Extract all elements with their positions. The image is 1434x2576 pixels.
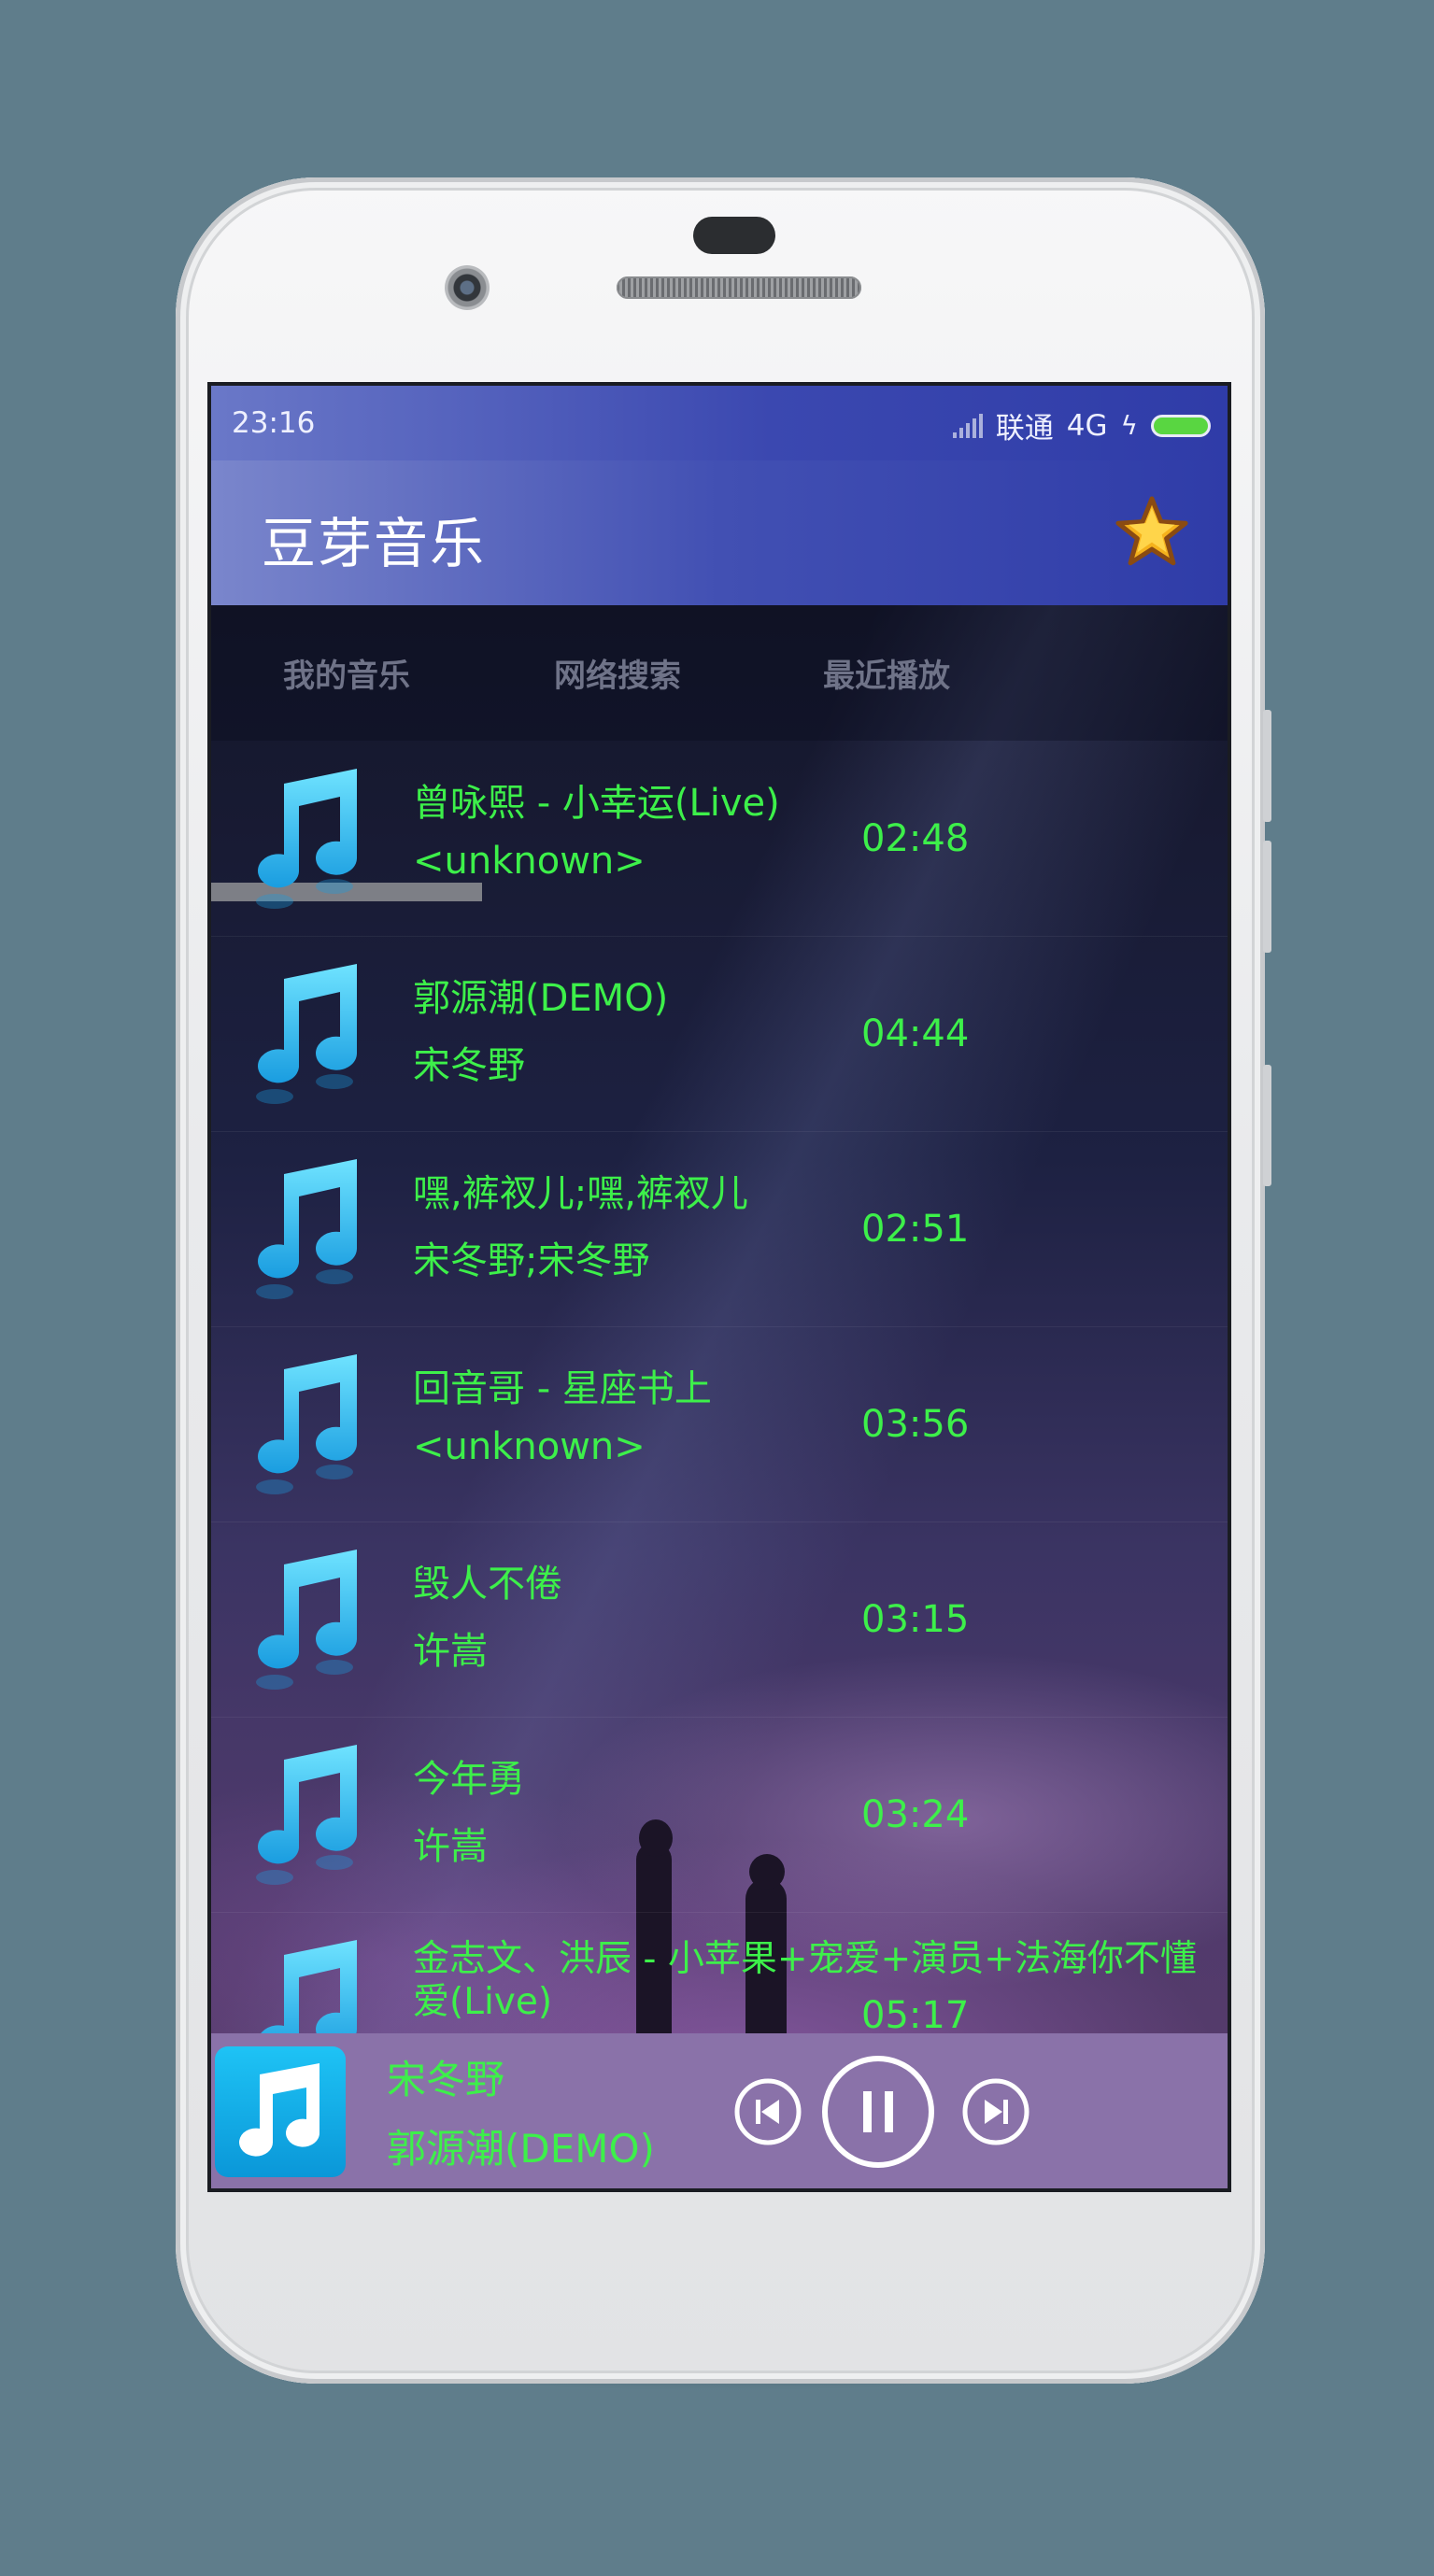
- music-note-icon: [256, 1550, 357, 1690]
- previous-icon[interactable]: [732, 2076, 803, 2147]
- power-button: [1263, 1065, 1271, 1186]
- song-duration: 02:51: [861, 1208, 970, 1251]
- song-artist: 许嵩: [413, 1825, 488, 1868]
- signal-icon: [952, 413, 983, 438]
- song-duration: 03:15: [861, 1598, 970, 1641]
- song-title: 嘿,裤衩儿;嘿,裤衩儿: [413, 1172, 748, 1215]
- song-row[interactable]: 今年勇 许嵩 03:24: [211, 1717, 1228, 1913]
- volume-up-button: [1263, 710, 1271, 822]
- song-artist: <unknown>: [413, 1425, 646, 1468]
- song-title: 曾咏熙 - 小幸运(Live): [413, 782, 780, 825]
- song-row[interactable]: 回音哥 - 星座书上 <unknown> 03:56: [211, 1326, 1228, 1522]
- phone-screen: 23:16 联通 4G ϟ 豆芽音乐 我的音乐 网络搜索 最近播放 曾咏熙 - …: [211, 386, 1228, 2188]
- app-title: 豆芽音乐: [262, 512, 487, 575]
- music-note-icon: [256, 1159, 357, 1299]
- song-row[interactable]: 毁人不倦 许嵩 03:15: [211, 1522, 1228, 1718]
- song-artist: 宋冬野: [413, 1044, 525, 1087]
- tab-bar: 我的音乐 网络搜索 最近播放: [211, 605, 1228, 741]
- tab-my-music[interactable]: 我的音乐: [211, 650, 482, 696]
- music-note-icon: [256, 964, 357, 1104]
- mini-player[interactable]: 宋冬野 郭源潮(DEMO): [211, 2033, 1228, 2188]
- charging-icon: ϟ: [1120, 410, 1138, 441]
- carrier-label: 联通: [995, 412, 1054, 446]
- speaker-grille: [617, 276, 861, 299]
- network-label: 4G: [1066, 408, 1108, 443]
- now-playing-title: 郭源潮(DEMO): [387, 2126, 655, 2172]
- song-title: 今年勇: [413, 1758, 525, 1801]
- song-title: 毁人不倦: [413, 1563, 562, 1606]
- song-artist: 许嵩: [413, 1630, 488, 1673]
- status-time: 23:16: [232, 406, 316, 440]
- song-artist: 宋冬野;宋冬野: [413, 1239, 650, 1282]
- earpiece: [693, 217, 775, 254]
- status-bar: 23:16 联通 4G ϟ: [211, 386, 1228, 460]
- tab-recent[interactable]: 最近播放: [751, 650, 1022, 696]
- song-duration: 04:44: [861, 1012, 970, 1055]
- song-duration: 03:24: [861, 1793, 970, 1836]
- music-note-icon: [239, 2063, 320, 2157]
- front-camera: [445, 265, 490, 310]
- pause-icon[interactable]: [820, 2054, 936, 2170]
- album-art[interactable]: [215, 2046, 346, 2177]
- song-artist: <unknown>: [413, 840, 646, 883]
- now-playing-artist: 宋冬野: [387, 2057, 505, 2102]
- song-title: 回音哥 - 星座书上: [413, 1367, 712, 1410]
- music-note-icon: [256, 769, 357, 909]
- battery-icon: [1151, 414, 1211, 437]
- song-title: 金志文、洪辰 - 小苹果+宠爱+演员+法海你不懂爱(Live): [413, 1938, 1197, 2023]
- song-title: 郭源潮(DEMO): [413, 977, 669, 1020]
- music-note-icon: [256, 1354, 357, 1494]
- app-bar: 豆芽音乐: [211, 460, 1228, 605]
- song-duration: 03:56: [861, 1403, 970, 1446]
- volume-down-button: [1263, 841, 1271, 953]
- song-duration: 05:17: [861, 1994, 970, 2037]
- song-row[interactable]: 嘿,裤衩儿;嘿,裤衩儿 宋冬野;宋冬野 02:51: [211, 1131, 1228, 1327]
- tab-web-search[interactable]: 网络搜索: [482, 650, 753, 696]
- next-icon[interactable]: [960, 2076, 1031, 2147]
- music-note-icon: [256, 1745, 357, 1885]
- song-row[interactable]: 郭源潮(DEMO) 宋冬野 04:44: [211, 936, 1228, 1132]
- song-row[interactable]: 曾咏熙 - 小幸运(Live) <unknown> 02:48: [211, 741, 1228, 937]
- star-icon[interactable]: [1114, 494, 1190, 571]
- song-duration: 02:48: [861, 817, 970, 860]
